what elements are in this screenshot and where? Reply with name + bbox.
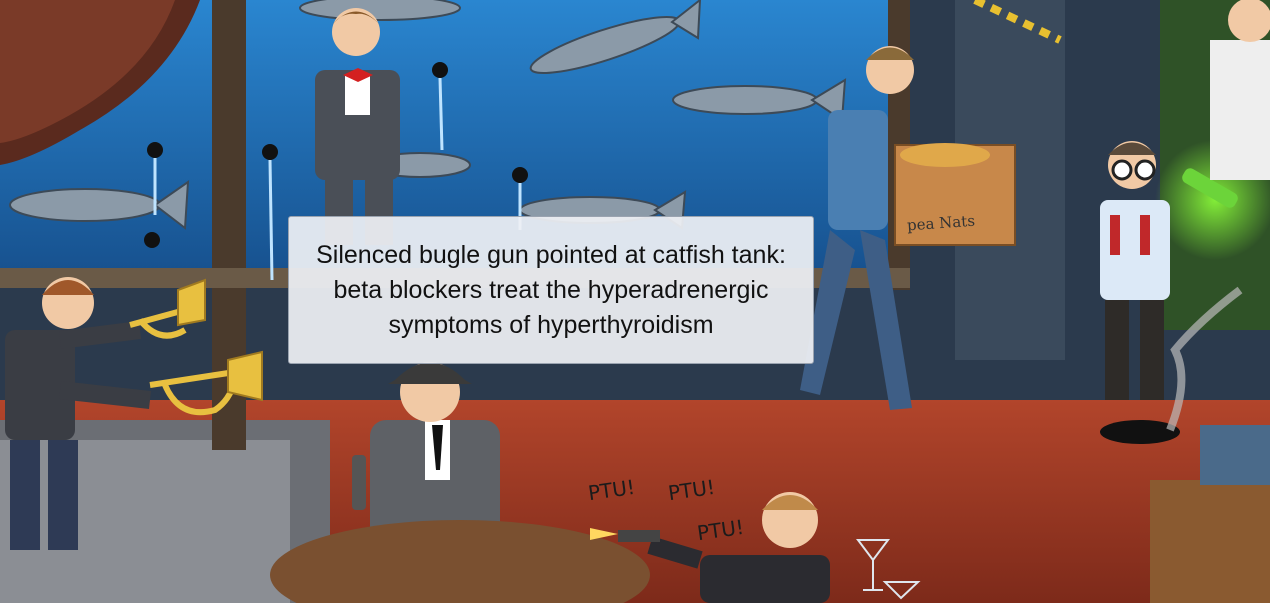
bar-counter [1150, 480, 1270, 603]
catfish [299, 0, 461, 21]
lab-coat-person [1210, 40, 1270, 180]
caption-callout: Silenced bugle gun pointed at catfish ta… [288, 216, 814, 364]
catfish [672, 85, 818, 115]
caption-text: Silenced bugle gun pointed at catfish ta… [316, 240, 786, 339]
floor-hole [1100, 420, 1180, 444]
stage-platform-top [0, 440, 290, 603]
pistol [618, 530, 660, 542]
bugle-bell-lower [227, 350, 263, 402]
illustration-scene: Silenced bugle gun pointed at catfish ta… [0, 0, 1270, 603]
catfish [9, 188, 161, 222]
